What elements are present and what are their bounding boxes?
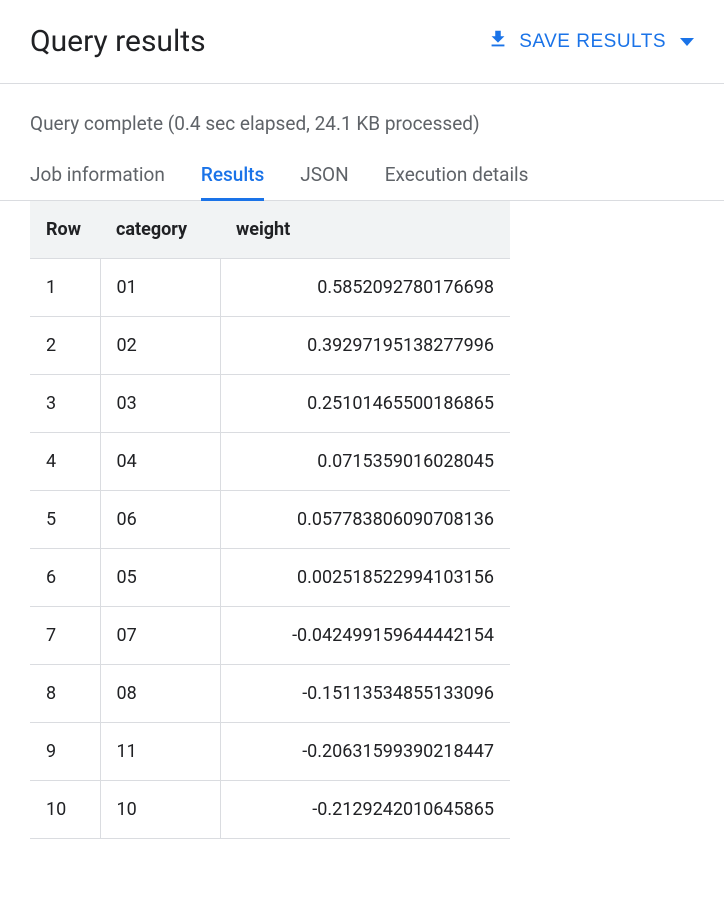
results-table-wrap: Row category weight 1010.585209278017669… <box>0 201 724 839</box>
save-results-button[interactable]: SAVE RESULTS <box>487 28 694 56</box>
table-row: 808-0.15113534855133096 <box>30 665 510 723</box>
tab-job-information[interactable]: Job information <box>30 153 165 200</box>
tab-json[interactable]: JSON <box>300 153 348 200</box>
table-row: 5060.057783806090708136 <box>30 491 510 549</box>
cell-weight: 0.057783806090708136 <box>220 491 510 549</box>
cell-category: 03 <box>100 375 220 433</box>
table-row: 4040.0715359016028045 <box>30 433 510 491</box>
cell-row: 6 <box>30 549 100 607</box>
dropdown-caret-icon <box>680 38 694 46</box>
cell-category: 11 <box>100 723 220 781</box>
cell-row: 8 <box>30 665 100 723</box>
save-results-label: SAVE RESULTS <box>519 31 666 53</box>
header-bar: Query results SAVE RESULTS <box>0 0 724 84</box>
cell-row: 4 <box>30 433 100 491</box>
cell-row: 2 <box>30 317 100 375</box>
cell-category: 02 <box>100 317 220 375</box>
cell-weight: 0.39297195138277996 <box>220 317 510 375</box>
column-header-row: Row <box>30 201 100 259</box>
cell-weight: 0.25101465500186865 <box>220 375 510 433</box>
cell-category: 05 <box>100 549 220 607</box>
cell-weight: 0.0715359016028045 <box>220 433 510 491</box>
cell-category: 10 <box>100 781 220 839</box>
tabs-bar: Job information Results JSON Execution d… <box>0 153 724 201</box>
cell-row: 5 <box>30 491 100 549</box>
cell-row: 9 <box>30 723 100 781</box>
table-row: 707-0.042499159644442154 <box>30 607 510 665</box>
cell-category: 08 <box>100 665 220 723</box>
cell-weight: -0.15113534855133096 <box>220 665 510 723</box>
table-row: 911-0.20631599390218447 <box>30 723 510 781</box>
cell-weight: 0.5852092780176698 <box>220 259 510 317</box>
table-header-row: Row category weight <box>30 201 510 259</box>
cell-weight: -0.20631599390218447 <box>220 723 510 781</box>
cell-row: 3 <box>30 375 100 433</box>
cell-category: 01 <box>100 259 220 317</box>
cell-weight: 0.002518522994103156 <box>220 549 510 607</box>
results-table: Row category weight 1010.585209278017669… <box>30 201 510 839</box>
cell-category: 07 <box>100 607 220 665</box>
column-header-category: category <box>100 201 220 259</box>
cell-weight: -0.2129242010645865 <box>220 781 510 839</box>
tab-execution-details[interactable]: Execution details <box>385 153 529 200</box>
page-title: Query results <box>30 24 206 59</box>
column-header-weight: weight <box>220 201 510 259</box>
table-row: 2020.39297195138277996 <box>30 317 510 375</box>
cell-category: 04 <box>100 433 220 491</box>
query-status-text: Query complete (0.4 sec elapsed, 24.1 KB… <box>0 84 724 153</box>
cell-category: 06 <box>100 491 220 549</box>
tab-results[interactable]: Results <box>201 153 264 200</box>
table-row: 3030.25101465500186865 <box>30 375 510 433</box>
cell-row: 7 <box>30 607 100 665</box>
table-row: 1010-0.2129242010645865 <box>30 781 510 839</box>
cell-weight: -0.042499159644442154 <box>220 607 510 665</box>
table-row: 1010.5852092780176698 <box>30 259 510 317</box>
cell-row: 1 <box>30 259 100 317</box>
download-icon <box>487 28 509 56</box>
table-row: 6050.002518522994103156 <box>30 549 510 607</box>
cell-row: 10 <box>30 781 100 839</box>
